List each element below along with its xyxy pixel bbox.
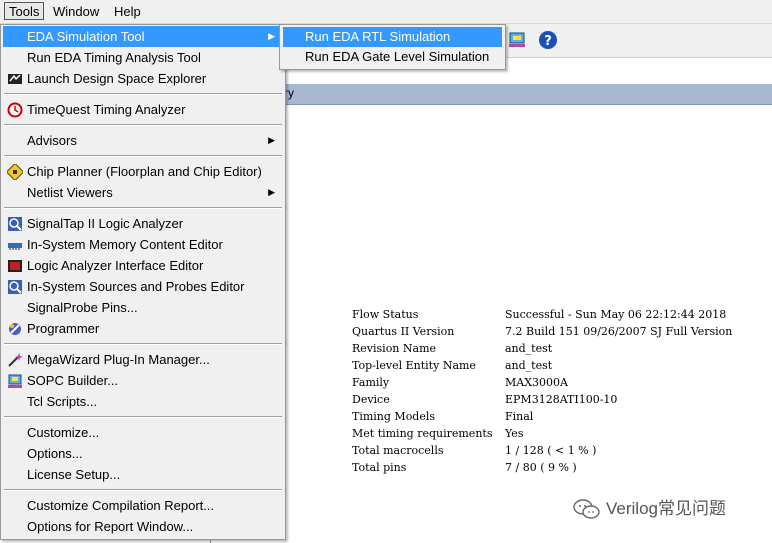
menu-item-label: In-System Sources and Probes Editor [27,279,245,294]
menu-item-customize[interactable]: Customize... [3,422,283,443]
tools-menu: EDA Simulation Tool ▶ Run EDA Timing Ana… [0,24,286,540]
report-header: ry [211,84,772,105]
menu-item-label: Launch Design Space Explorer [27,71,207,86]
submenu-item-gate-level-simulation[interactable]: Run EDA Gate Level Simulation [283,47,502,67]
summary-key: Met timing requirements [352,427,493,440]
menu-help[interactable]: Help [110,3,145,21]
menu-separator [4,155,282,157]
menu-tools[interactable]: Tools [4,2,45,20]
summary-value: EPM3128ATI100-10 [505,393,618,406]
menu-item-timequest[interactable]: TimeQuest Timing Analyzer [3,99,283,120]
menu-item-label: Run EDA Timing Analysis Tool [27,50,201,65]
menu-item-label: SignalTap II Logic Analyzer [27,216,184,231]
menu-item-sources-probes[interactable]: In-System Sources and Probes Editor [3,276,283,297]
menu-item-license-setup[interactable]: License Setup... [3,464,283,485]
sopc-icon [8,374,22,388]
menu-separator [4,416,282,418]
menu-item-options[interactable]: Options... [3,443,283,464]
menu-item-label: Customize Compilation Report... [27,498,215,513]
menu-item-label: Programmer [27,321,100,336]
menu-item-label: Tcl Scripts... [27,394,98,409]
timequest-icon [7,102,23,118]
summary-key: Quartus II Version [352,325,455,338]
logic-analyzer-icon [8,260,22,272]
summary-value: and_test [505,342,553,355]
menu-item-design-space-explorer[interactable]: Launch Design Space Explorer [3,68,283,89]
menu-item-label: Customize... [27,425,100,440]
menu-item-label: Options... [27,446,83,461]
wechat-icon [573,499,600,519]
menu-separator [4,343,282,345]
watermark-text: Verilog常见问题 [606,499,726,518]
summary-value: and_test [505,359,553,372]
svg-text:?: ? [544,34,552,49]
eda-simulation-submenu: Run EDA RTL Simulation Run EDA Gate Leve… [279,24,506,70]
menu-window[interactable]: Window [49,3,103,21]
menu-item-signaltap[interactable]: SignalTap II Logic Analyzer [3,213,283,234]
menu-item-label: TimeQuest Timing Analyzer [27,102,186,117]
menu-item-label: Options for Report Window... [27,519,194,534]
summary-value: 7 / 80 ( 9 % ) [505,461,577,474]
menu-item-netlist-viewers[interactable]: Netlist Viewers ▶ [3,182,283,203]
dse-icon [8,74,22,84]
summary-key: Family [352,376,390,389]
menu-item-memory-editor[interactable]: In-System Memory Content Editor [3,234,283,255]
menu-item-eda-simulation-tool[interactable]: EDA Simulation Tool ▶ [3,26,283,47]
menu-item-megawizard[interactable]: MegaWizard Plug-In Manager... [3,349,283,370]
submenu-item-label: Run EDA Gate Level Simulation [305,49,490,64]
summary-key: Total pins [352,461,407,474]
menu-item-tcl-scripts[interactable]: Tcl Scripts... [3,391,283,412]
menu-item-logic-analyzer-interface[interactable]: Logic Analyzer Interface Editor [3,255,283,276]
menu-item-label: SOPC Builder... [27,373,119,388]
summary-value: MAX3000A [505,376,568,389]
menu-separator [4,489,282,491]
menu-item-programmer[interactable]: Programmer [3,318,283,339]
signaltap-icon [8,217,22,231]
summary-value: 1 / 128 ( < 1 % ) [505,444,597,457]
summary-key: Top-level Entity Name [352,359,476,372]
programmer-icon [9,323,21,335]
menu-item-label: In-System Memory Content Editor [27,237,223,252]
summary-key: Revision Name [352,342,437,355]
submenu-arrow-icon: ▶ [268,187,275,197]
menu-item-label: EDA Simulation Tool [27,29,145,44]
menu-item-chip-planner[interactable]: Chip Planner (Floorplan and Chip Editor) [3,161,283,182]
menu-item-label: Chip Planner (Floorplan and Chip Editor) [27,164,262,179]
menu-item-advisors[interactable]: Advisors ▶ [3,130,283,151]
summary-key: Device [352,393,390,406]
menu-separator [4,207,282,209]
sources-probes-icon [8,280,22,294]
menu-item-label: License Setup... [27,467,121,482]
summary-key: Timing Models [352,410,436,423]
menu-item-label: SignalProbe Pins... [27,300,138,315]
submenu-item-label: Run EDA RTL Simulation [305,29,451,44]
submenu-arrow-icon: ▶ [268,31,275,41]
memory-editor-icon [8,243,22,250]
submenu-arrow-icon: ▶ [268,135,275,145]
menu-item-label: Netlist Viewers [27,185,113,200]
submenu-item-rtl-simulation[interactable]: Run EDA RTL Simulation [283,27,502,47]
menu-separator [4,124,282,126]
summary-key: Flow Status [352,308,419,321]
menu-separator [4,93,282,95]
megawizard-icon [8,353,23,367]
summary-value: Final [505,410,534,423]
menu-item-sopc-builder[interactable]: SOPC Builder... [3,370,283,391]
summary-value: Yes [505,427,524,440]
menu-item-customize-compilation-report[interactable]: Customize Compilation Report... [3,495,283,516]
help-icon[interactable]: ? [537,29,559,51]
menu-bar: Tools Window Help [0,0,772,24]
menu-item-label: Logic Analyzer Interface Editor [27,258,204,273]
summary-value: 7.2 Build 151 09/26/2007 SJ Full Version [505,325,733,338]
rtl-viewer-icon[interactable] [507,29,529,51]
menu-item-label: MegaWizard Plug-In Manager... [27,352,210,367]
menu-item-signalprobe-pins[interactable]: SignalProbe Pins... [3,297,283,318]
chip-planner-icon [7,164,23,180]
menu-item-options-report-window[interactable]: Options for Report Window... [3,516,283,537]
summary-key: Total macrocells [352,444,444,457]
summary-value: Successful - Sun May 06 22:12:44 2018 [505,308,727,321]
menu-item-label: Advisors [27,133,77,148]
menu-item-run-eda-timing[interactable]: Run EDA Timing Analysis Tool [3,47,283,68]
